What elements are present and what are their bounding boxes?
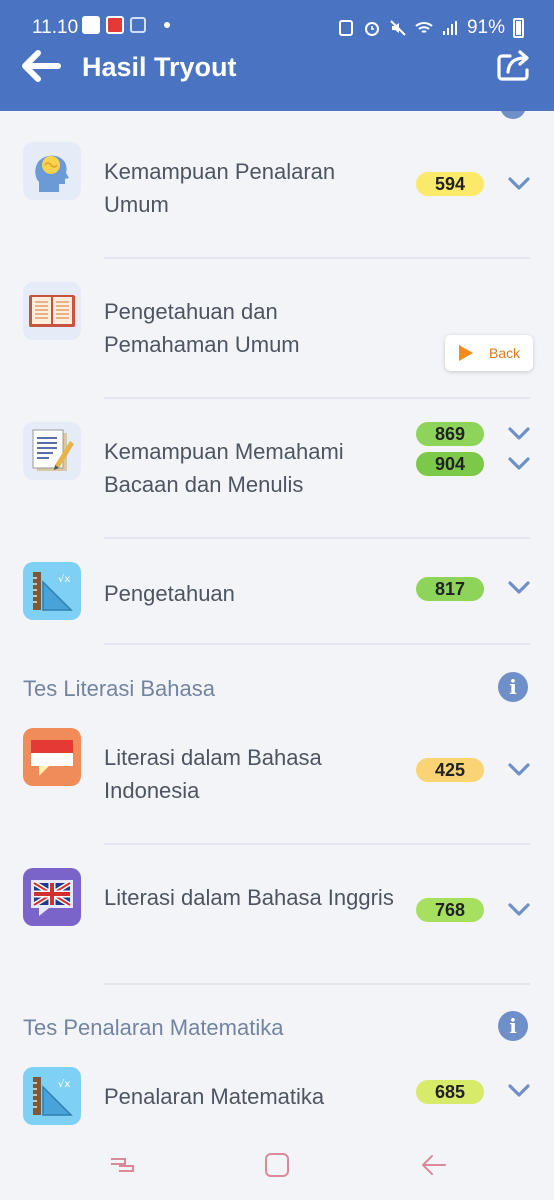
section-title: Tes Literasi Bahasa — [23, 676, 215, 701]
system-nav-bar — [0, 1132, 554, 1200]
info-icon[interactable]: i — [498, 672, 528, 702]
score-badge: 425 — [416, 758, 484, 782]
chevron-down-icon[interactable] — [508, 1084, 530, 1098]
battery-icon — [513, 18, 524, 38]
app-header: 11.10 91% Hasil Tryout — [0, 0, 554, 111]
open-book-icon — [23, 282, 81, 340]
score-badge: 904 — [416, 452, 484, 476]
notification-icons — [82, 16, 170, 34]
section-title: Tes Penalaran Matematika — [23, 1015, 284, 1040]
item-label: Literasi dalam Bahasa Inggris — [104, 885, 394, 910]
chevron-down-icon[interactable] — [508, 457, 530, 471]
item-label: Pengetahuan dan Pemahaman Umum — [104, 299, 300, 357]
divider — [104, 257, 530, 259]
score-badge: 768 — [416, 898, 484, 922]
ruler-math-icon: √x — [23, 1067, 81, 1125]
nav-back-icon[interactable] — [418, 1150, 448, 1180]
chevron-down-icon[interactable] — [508, 581, 530, 595]
document-pen-icon — [23, 422, 81, 480]
head-brain-icon — [23, 142, 81, 200]
status-time: 11.10 — [32, 17, 79, 38]
item-label: Kemampuan Penalaran Umum — [104, 159, 336, 217]
divider — [104, 537, 530, 539]
chevron-down-icon[interactable] — [508, 763, 530, 777]
chevron-down-icon[interactable] — [508, 177, 530, 191]
divider — [104, 983, 530, 985]
svg-text:√x: √x — [58, 1079, 70, 1090]
mute-icon — [390, 20, 406, 36]
ruler-math-icon: √x — [23, 562, 81, 620]
score-badge: 869 — [416, 422, 484, 446]
arrow-left-icon[interactable] — [22, 50, 62, 82]
page-title: Hasil Tryout — [82, 52, 237, 82]
item-label: Pengetahuan — [104, 581, 235, 606]
status-bar: 11.10 91% — [0, 14, 554, 42]
share-icon[interactable] — [496, 48, 532, 82]
score-badge: 685 — [416, 1080, 484, 1104]
gallery-notification-icon — [82, 16, 100, 34]
svg-text:√x: √x — [58, 574, 70, 585]
play-icon — [459, 345, 473, 361]
alarm-icon — [364, 22, 379, 36]
divider — [104, 843, 530, 845]
recent-apps-icon[interactable] — [107, 1150, 137, 1180]
uk-flag-chat-icon — [23, 868, 81, 926]
app-notification-icon — [106, 16, 124, 34]
indonesia-flag-chat-icon — [23, 728, 81, 786]
results-list[interactable]: Kemampuan Penalaran Umum 594 Pengetahuan… — [0, 111, 554, 1132]
item-label: Kemampuan Memahami Bacaan dan Menulis — [104, 439, 344, 497]
item-label: Literasi dalam Bahasa Indonesia — [104, 745, 322, 803]
back-label: Back — [489, 345, 521, 361]
score-badge: 594 — [416, 172, 484, 196]
back-floating-button[interactable]: Back — [445, 335, 533, 371]
item-label: Penalaran Matematika — [104, 1084, 325, 1109]
home-icon[interactable] — [262, 1150, 292, 1180]
more-notifications-icon — [164, 22, 170, 28]
battery-percent: 91% — [466, 17, 505, 38]
nfc-icon — [338, 20, 353, 36]
divider — [104, 397, 530, 399]
info-icon[interactable] — [500, 111, 526, 119]
chevron-down-icon[interactable] — [508, 903, 530, 917]
status-right: 91% — [337, 17, 524, 39]
signal-icon — [442, 21, 457, 35]
app-notification-icon-2 — [130, 17, 146, 33]
info-icon[interactable]: i — [498, 1011, 528, 1041]
score-badge: 817 — [416, 577, 484, 601]
chevron-down-icon[interactable] — [508, 427, 530, 441]
divider — [104, 643, 530, 645]
wifi-icon — [415, 22, 433, 33]
